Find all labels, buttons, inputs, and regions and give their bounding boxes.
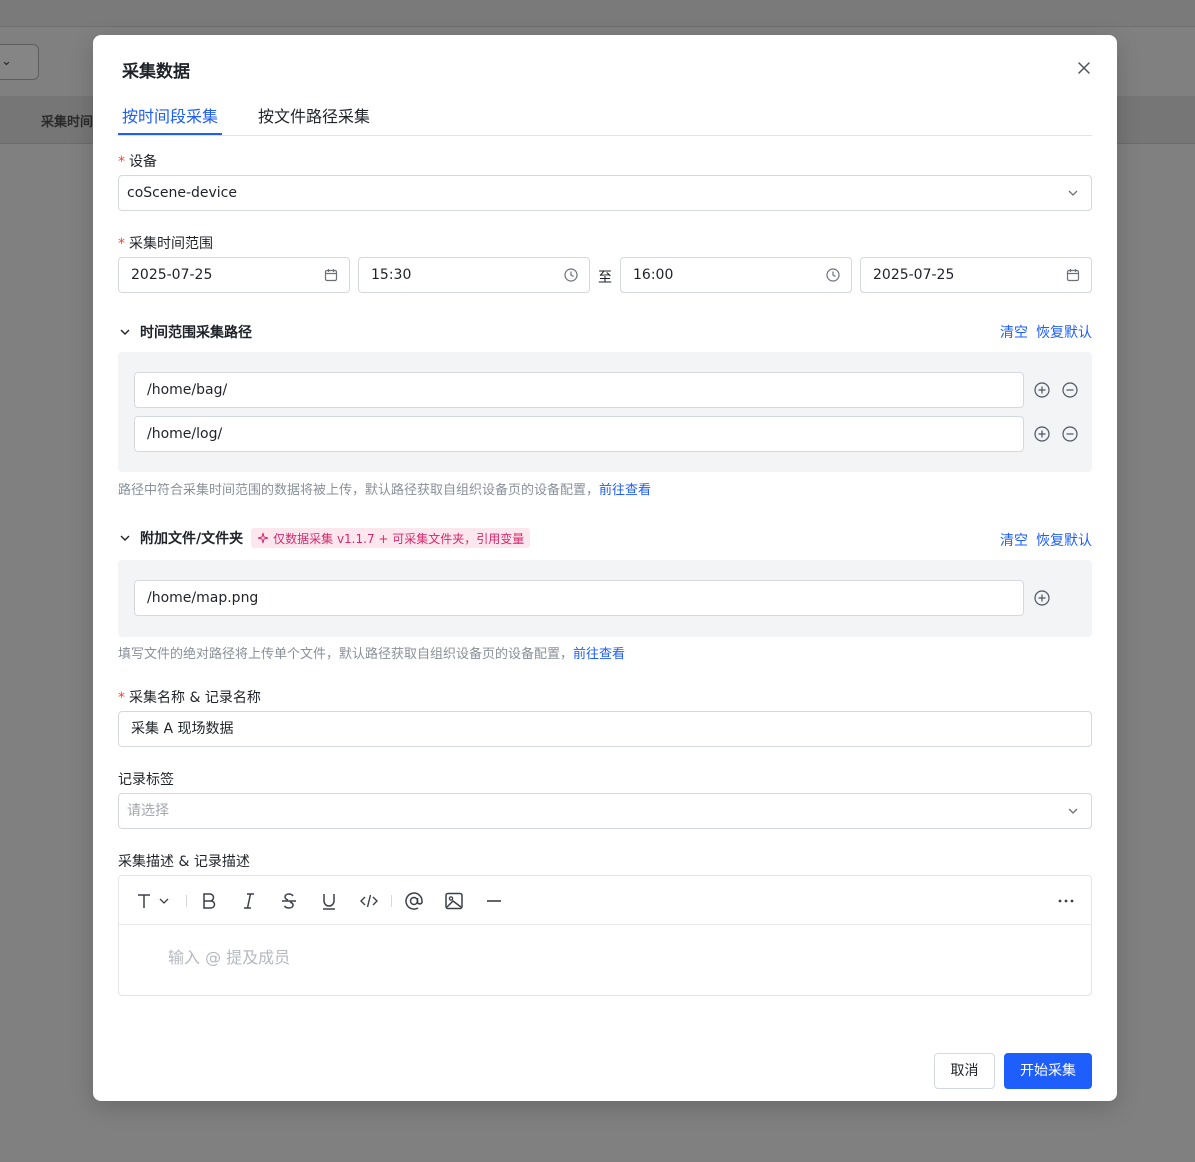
calendar-icon xyxy=(1066,269,1080,282)
range-separator: 至 xyxy=(598,270,612,286)
required-mark: * xyxy=(118,154,125,170)
chevron-down-icon[interactable] xyxy=(157,890,171,912)
extra-files-help: 填写文件的绝对路径将上传单个文件，默认路径获取自组织设备页的设备配置，前往查看 xyxy=(118,643,625,662)
clock-icon xyxy=(826,268,840,282)
record-name-value: 采集 A 现场数据 xyxy=(131,721,234,737)
tab-by-time-range[interactable]: 按时间段采集 xyxy=(122,103,218,127)
end-date-input[interactable]: 2025-07-25 xyxy=(860,257,1092,293)
clock-icon xyxy=(564,268,578,282)
underline-icon[interactable] xyxy=(318,890,340,912)
active-tab-indicator xyxy=(118,133,222,135)
chevron-down-icon xyxy=(1068,190,1078,196)
start-time-value: 15:30 xyxy=(371,267,412,283)
start-date-input[interactable]: 2025-07-25 xyxy=(118,257,350,293)
tab-by-file-path[interactable]: 按文件路径采集 xyxy=(258,103,370,127)
mention-icon[interactable] xyxy=(403,890,425,912)
time-paths-header[interactable]: 时间范围采集路径 xyxy=(118,322,252,342)
end-time-value: 16:00 xyxy=(633,267,674,283)
remove-circle-icon[interactable] xyxy=(1061,381,1079,399)
time-paths-view-link[interactable]: 前往查看 xyxy=(599,483,651,498)
collect-data-modal: 采集数据 按时间段采集 按文件路径采集 * 设备 coScene-device *… xyxy=(93,35,1117,1101)
extra-files-view-link[interactable]: 前往查看 xyxy=(573,647,625,662)
bold-icon[interactable] xyxy=(198,890,220,912)
add-circle-icon[interactable] xyxy=(1033,425,1051,443)
required-mark: * xyxy=(118,690,125,706)
extra-files-help-text: 填写文件的绝对路径将上传单个文件，默认路径获取自组织设备页的设备配置， xyxy=(118,647,574,662)
device-select[interactable]: coScene-device xyxy=(118,175,1092,211)
cancel-button[interactable]: 取消 xyxy=(934,1053,995,1089)
tab-bar: 按时间段采集 按文件路径采集 xyxy=(118,97,1092,136)
close-icon[interactable] xyxy=(1073,57,1095,79)
device-select-value: coScene-device xyxy=(127,185,237,201)
italic-icon[interactable] xyxy=(238,890,260,912)
description-placeholder: 输入 @ 提及成员 xyxy=(168,948,291,967)
text-style-icon[interactable] xyxy=(135,890,157,912)
time-paths-title: 时间范围采集路径 xyxy=(140,325,252,341)
start-time-input[interactable]: 15:30 xyxy=(358,257,590,293)
record-name-input[interactable]: 采集 A 现场数据 xyxy=(118,711,1092,747)
toolbar-divider xyxy=(391,895,392,907)
strikethrough-icon[interactable] xyxy=(278,890,300,912)
background-select: ⌄ xyxy=(0,44,39,80)
time-paths-reset-link[interactable]: 恢复默认 xyxy=(1036,325,1092,341)
chevron-down-icon xyxy=(120,535,130,541)
version-tag: 仅数据采集 v1.1.7 + 可采集文件夹，引用变量 xyxy=(251,528,531,548)
extra-files-actions: 清空 恢复默认 xyxy=(992,530,1092,550)
time-paths-help: 路径中符合采集时间范围的数据将被上传，默认路径获取自组织设备页的设备配置，前往查… xyxy=(118,479,651,498)
code-icon[interactable] xyxy=(358,890,380,912)
record-name-label-text: 采集名称 & 记录名称 xyxy=(129,690,261,706)
editor-toolbar xyxy=(119,876,1091,925)
start-collect-button[interactable]: 开始采集 xyxy=(1004,1053,1092,1089)
chevron-down-icon xyxy=(1068,808,1078,814)
extra-files-header[interactable]: 附加文件/文件夹 仅数据采集 v1.1.7 + 可采集文件夹，引用变量 xyxy=(118,528,531,548)
extra-files-clear-link[interactable]: 清空 xyxy=(1000,533,1028,549)
image-icon[interactable] xyxy=(443,890,465,912)
background-topbar xyxy=(0,0,1195,27)
time-paths-panel: /home/bag/ /home/log/ xyxy=(118,352,1092,472)
start-date-value: 2025-07-25 xyxy=(131,267,213,283)
description-label: 采集描述 & 记录描述 xyxy=(118,854,250,870)
description-editor[interactable]: 输入 @ 提及成员 xyxy=(118,875,1092,996)
device-label-text: 设备 xyxy=(129,154,157,170)
path-input[interactable]: /home/bag/ xyxy=(134,372,1024,408)
modal-title: 采集数据 xyxy=(122,62,190,82)
time-paths-help-text: 路径中符合采集时间范围的数据将被上传，默认路径获取自组织设备页的设备配置， xyxy=(118,483,600,498)
more-icon[interactable] xyxy=(1055,890,1077,912)
chevron-down-icon xyxy=(120,329,130,335)
path-input[interactable]: /home/log/ xyxy=(134,416,1024,452)
extra-files-panel: /home/map.png xyxy=(118,560,1092,637)
background-column-header: 采集时间 xyxy=(41,115,94,130)
time-paths-clear-link[interactable]: 清空 xyxy=(1000,325,1028,341)
calendar-icon xyxy=(324,269,338,282)
background-select-label: ⌄ xyxy=(1,54,12,69)
time-paths-actions: 清空 恢复默认 xyxy=(992,322,1092,342)
record-tags-placeholder: 请选择 xyxy=(127,803,169,819)
toolbar-divider xyxy=(186,895,187,907)
add-circle-icon[interactable] xyxy=(1033,589,1051,607)
device-label: * 设备 xyxy=(118,151,157,171)
record-tags-label: 记录标签 xyxy=(118,772,174,788)
version-tag-text: 仅数据采集 v1.1.7 + 可采集文件夹，引用变量 xyxy=(273,531,525,546)
extra-files-title: 附加文件/文件夹 xyxy=(140,531,244,547)
add-circle-icon[interactable] xyxy=(1033,381,1051,399)
extra-files-reset-link[interactable]: 恢复默认 xyxy=(1036,533,1092,549)
end-time-input[interactable]: 16:00 xyxy=(620,257,852,293)
horizontal-rule-icon[interactable] xyxy=(483,890,505,912)
path-input[interactable]: /home/map.png xyxy=(134,580,1024,616)
required-mark: * xyxy=(118,236,125,252)
time-range-label-text: 采集时间范围 xyxy=(129,236,213,252)
time-range-label: * 采集时间范围 xyxy=(118,233,213,253)
remove-circle-icon[interactable] xyxy=(1061,425,1079,443)
end-date-value: 2025-07-25 xyxy=(873,267,955,283)
record-tags-select[interactable]: 请选择 xyxy=(118,793,1092,829)
sparkle-icon xyxy=(258,532,269,544)
record-name-label: * 采集名称 & 记录名称 xyxy=(118,687,261,707)
